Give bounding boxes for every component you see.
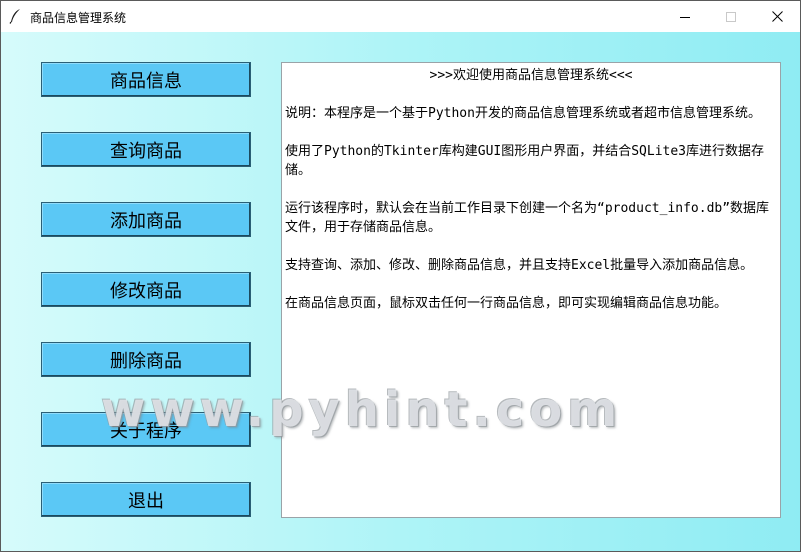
welcome-text-area[interactable]: >>>欢迎使用商品信息管理系统<<< 说明：本程序是一个基于Python开发的商… <box>281 62 781 518</box>
minimize-button[interactable] <box>662 1 708 32</box>
edit-tip-paragraph: 在商品信息页面，鼠标双击任何一行商品信息，即可实现编辑商品信息功能。 <box>285 296 728 311</box>
query-product-button[interactable]: 查询商品 <box>41 132 251 167</box>
exit-button[interactable]: 退出 <box>41 482 251 517</box>
maximize-button[interactable] <box>708 1 754 32</box>
features-paragraph: 支持查询、添加、修改、删除商品信息，并且支持Excel批量导入添加商品信息。 <box>285 258 754 273</box>
maximize-icon <box>726 11 736 22</box>
about-button[interactable]: 关于程序 <box>41 412 251 447</box>
delete-product-button[interactable]: 删除商品 <box>41 342 251 377</box>
add-product-button[interactable]: 添加商品 <box>41 202 251 237</box>
edit-product-button[interactable]: 修改商品 <box>41 272 251 307</box>
close-icon <box>771 11 783 22</box>
description-paragraph: 说明：本程序是一个基于Python开发的商品信息管理系统或者超市信息管理系统。 <box>285 106 761 121</box>
tech-paragraph: 使用了Python的Tkinter库构建GUI图形用户界面，并结合SQLite3… <box>285 144 765 178</box>
database-paragraph: 运行该程序时，默认会在当前工作目录下创建一个名为“product_info.db… <box>285 201 770 235</box>
app-window: 商品信息管理系统 商品信息 查询商品 添加商品 修改商品 删除商品 关于程序 退… <box>0 0 801 552</box>
welcome-title: >>>欢迎使用商品信息管理系统<<< <box>429 68 633 83</box>
feather-icon <box>9 8 23 24</box>
product-info-button[interactable]: 商品信息 <box>41 62 251 97</box>
title-bar[interactable]: 商品信息管理系统 <box>1 1 800 32</box>
close-button[interactable] <box>754 1 800 32</box>
window-title: 商品信息管理系统 <box>30 11 127 25</box>
minimize-icon <box>680 12 690 22</box>
main-area: 商品信息 查询商品 添加商品 修改商品 删除商品 关于程序 退出 >>>欢迎使用… <box>1 32 800 551</box>
